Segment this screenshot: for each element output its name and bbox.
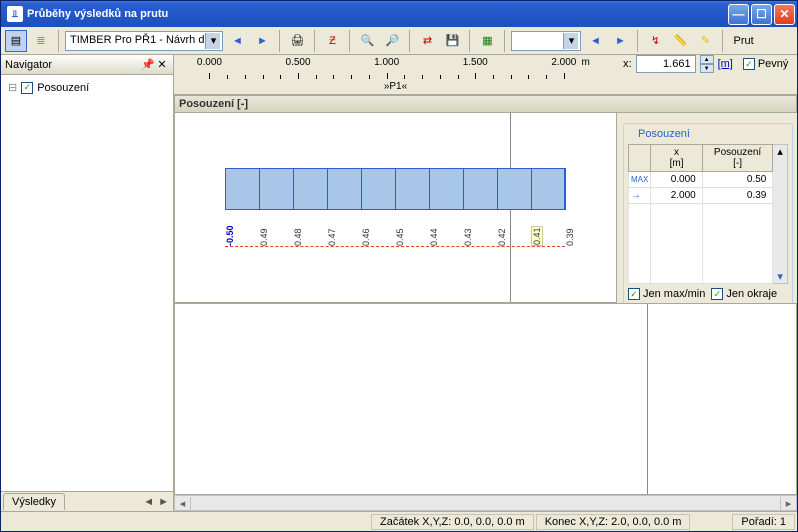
empty-area <box>174 303 797 495</box>
navigator-footer: Výsledky ◄► <box>1 491 173 511</box>
table-scrollbar[interactable]: ▴▾ <box>773 144 788 284</box>
right-label: Prut <box>733 35 753 47</box>
results-table[interactable]: x [m]Posouzení [-] MAX0.0000.50 →2.0000.… <box>628 144 773 284</box>
view-list-icon[interactable]: ▤ <box>5 30 27 52</box>
val-2: 0.48 <box>293 228 303 246</box>
ruler-tick-3: 1.500 <box>463 57 488 68</box>
col-p: Posouzení [-] <box>702 145 773 172</box>
toolbar: ▤ ≣ TIMBER Pro PŘ1 - Návrh d ◄ ► 🖨 Ƶ 🔍 🔎… <box>1 27 797 55</box>
zoom-fit-icon[interactable]: 🔎 <box>381 30 403 52</box>
navigator-tree[interactable]: ⊟ ✓ Posouzení <box>1 75 173 491</box>
ruler[interactable]: 0.000 0.500 1.000 1.500 2.000 m »P1« <box>174 55 617 95</box>
tree-checkbox[interactable]: ✓ <box>21 82 33 94</box>
tab-scroll[interactable]: ◄► <box>143 496 169 508</box>
table-row: MAX0.0000.50 <box>629 172 773 188</box>
col-x: x [m] <box>651 145 702 172</box>
pick-icon[interactable]: ↯ <box>644 30 666 52</box>
val-7: 0.43 <box>463 228 473 246</box>
val-8: 0.42 <box>497 228 507 246</box>
tree-item-posouzeni[interactable]: ⊟ ✓ Posouzení <box>6 80 168 95</box>
val-9: 0.41 <box>531 226 543 246</box>
fixed-checkbox[interactable]: ✓Pevný <box>743 58 789 70</box>
val-6: 0.44 <box>429 228 439 246</box>
val-1: 0.49 <box>259 228 269 246</box>
results-title: Posouzení <box>634 128 694 140</box>
close-button[interactable]: ✕ <box>774 4 795 25</box>
prev-case-button[interactable]: ◄ <box>226 30 248 52</box>
status-start: Začátek X,Y,Z: 0.0, 0.0, 0.0 m <box>371 514 534 530</box>
ruler-tick-2: 1.000 <box>374 57 399 68</box>
unit-link[interactable]: [m] <box>718 58 733 70</box>
prev-item-button[interactable]: ◄ <box>584 30 606 52</box>
val-5: 0.45 <box>395 228 405 246</box>
case-combo-text: TIMBER Pro PŘ1 - Návrh d <box>70 34 204 46</box>
graph-canvas[interactable]: -0.50 0.49 0.48 0.47 0.46 0.45 0.44 0.43… <box>174 113 617 303</box>
view-scale-icon[interactable]: ≣ <box>30 30 52 52</box>
titlebar[interactable]: ⫫ Průběhy výsledků na prutu — ☐ ✕ <box>1 1 797 27</box>
item-combo[interactable] <box>511 31 581 51</box>
status-end: Konec X,Y,Z: 2.0, 0.0, 0.0 m <box>536 514 691 530</box>
zoom-in-icon[interactable]: 🔍 <box>356 30 378 52</box>
x-label: x: <box>623 58 632 70</box>
status-order: Pořadí: 1 <box>732 514 795 530</box>
val-0: -0.50 <box>225 225 235 246</box>
next-case-button[interactable]: ► <box>251 30 273 52</box>
navigator-title: Navigator <box>5 59 141 71</box>
chk-edges[interactable]: ✓Jen okraje <box>711 288 777 300</box>
app-window: ⫫ Průběhy výsledků na prutu — ☐ ✕ ▤ ≣ TI… <box>0 0 798 532</box>
results-panel: Posouzení x [m]Posouzení [-] MAX0.0000.5… <box>617 113 797 303</box>
ruler-tick-4: 2.000 <box>551 57 576 68</box>
next-item-button[interactable]: ► <box>609 30 631 52</box>
val-3: 0.47 <box>327 228 337 246</box>
h-scrollbar[interactable]: ◂▸ <box>174 495 797 511</box>
minimize-button[interactable]: — <box>728 4 749 25</box>
maximize-button[interactable]: ☐ <box>751 4 772 25</box>
navigator-header[interactable]: Navigator 📌 ✕ <box>1 55 173 75</box>
x-input[interactable] <box>636 55 696 73</box>
app-icon: ⫫ <box>7 6 23 22</box>
tool-b-icon[interactable]: ⇄ <box>416 30 438 52</box>
ruler-tick-0: 0.000 <box>197 57 222 68</box>
tree-item-label: Posouzení <box>37 82 89 94</box>
val-4: 0.46 <box>361 228 371 246</box>
ruler-unit: m <box>582 57 590 68</box>
member-label: »P1« <box>384 81 407 92</box>
pin-icon[interactable]: 📌 <box>141 58 155 72</box>
panel-close-icon[interactable]: ✕ <box>155 58 169 72</box>
statusbar: Začátek X,Y,Z: 0.0, 0.0, 0.0 m Konec X,Y… <box>1 511 797 531</box>
ruler-tick-1: 0.500 <box>286 57 311 68</box>
x-spinner[interactable]: ▲▼ <box>700 55 714 73</box>
table-row: →2.0000.39 <box>629 188 773 204</box>
highlight-icon[interactable]: ✎ <box>694 30 716 52</box>
val-10: 0.39 <box>565 228 575 246</box>
x-panel: x: ▲▼ [m] ✓Pevný <box>617 55 797 73</box>
window-title: Průběhy výsledků na prutu <box>27 8 168 20</box>
save-icon[interactable]: 💾 <box>441 30 463 52</box>
case-combo[interactable]: TIMBER Pro PŘ1 - Návrh d <box>65 31 223 51</box>
print-icon[interactable]: 🖨 <box>286 30 308 52</box>
measure-icon[interactable]: 📏 <box>669 30 691 52</box>
tab-vysledky[interactable]: Výsledky <box>3 493 65 510</box>
tool-a-icon[interactable]: Ƶ <box>321 30 343 52</box>
diagram: -0.50 0.49 0.48 0.47 0.46 0.45 0.44 0.43… <box>225 168 565 248</box>
excel-export-icon[interactable]: ▦ <box>476 30 498 52</box>
chk-maxmin[interactable]: ✓Jen max/min <box>628 288 705 300</box>
navigator-panel: Navigator 📌 ✕ ⊟ ✓ Posouzení Výsledky ◄► <box>1 55 174 511</box>
graph-title: Posouzení [-] <box>174 95 797 113</box>
main-area: 0.000 0.500 1.000 1.500 2.000 m »P1« <box>174 55 797 511</box>
